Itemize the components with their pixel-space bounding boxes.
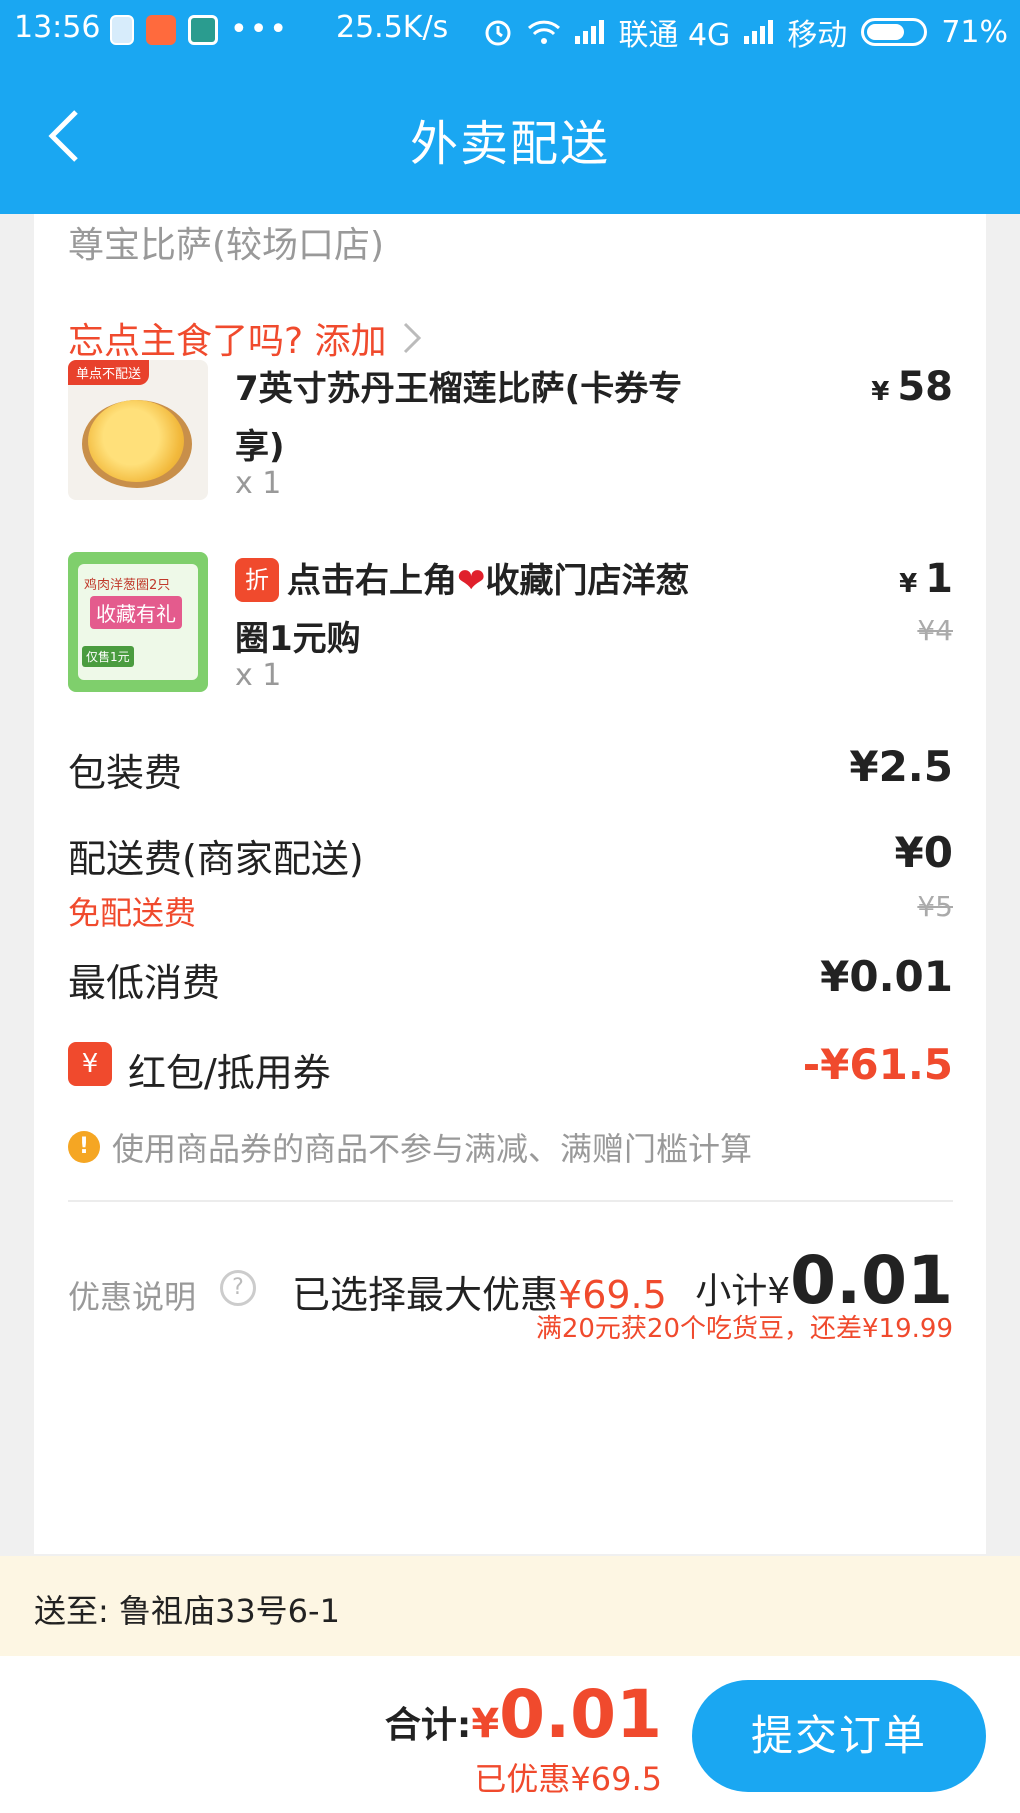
coupon-notice: ! 使用商品券的商品不参与满减、满赠门槛计算 <box>68 1124 752 1170</box>
status-bar: 13:56 ••• 25.5K/s 联通 4G 移动 71% <box>0 0 1020 58</box>
order-total: 合计:¥0.01 <box>384 1676 662 1753</box>
notification-icons: ••• <box>110 12 289 47</box>
packing-fee-value: ¥2.5 <box>849 742 953 791</box>
alarm-icon <box>485 20 511 46</box>
coupon-row[interactable]: ¥ 红包/抵用券 -¥61.5 <box>68 1040 953 1095</box>
product-original-price: ¥4 <box>917 614 953 647</box>
product-quantity: x 1 <box>235 658 282 693</box>
product-image: 单点不配送 <box>68 360 208 500</box>
battery-icon <box>861 18 928 46</box>
page-title: 外卖配送 <box>409 116 610 172</box>
wifi-icon <box>528 20 561 44</box>
notification-app-icon <box>146 14 176 45</box>
cart-item: 鸡肉洋葱圈2只 收藏有礼 仅售1元 折点击右上角❤收藏门店洋葱圈1元购 x 1 … <box>68 552 953 702</box>
product-image: 鸡肉洋葱圈2只 收藏有礼 仅售1元 <box>68 552 208 692</box>
add-staple-label: 忘点主食了吗? 添加 <box>68 321 387 362</box>
discount-info-link[interactable]: 优惠说明 <box>68 1272 196 1318</box>
order-card: 尊宝比萨(较场口店) 忘点主食了吗? 添加 单点不配送 7英寸苏丹王榴莲比萨(卡… <box>34 214 986 1554</box>
free-delivery-label: 免配送费 <box>68 894 197 932</box>
packing-fee-label: 包装费 <box>68 751 183 795</box>
status-time: 13:56 <box>14 10 101 45</box>
heart-icon: ❤ <box>457 561 486 601</box>
minimum-spend-label: 最低消费 <box>68 961 221 1005</box>
minimum-spend-value: ¥0.01 <box>820 952 953 1001</box>
coupon-label: 红包/抵用券 <box>128 1051 331 1095</box>
coupon-icon: ¥ <box>68 1042 112 1086</box>
bean-reward-tip: 满20元获20个吃货豆，还差¥19.99 <box>535 1314 953 1344</box>
battery-percent: 71% <box>941 14 1008 50</box>
notification-app-icon <box>110 14 134 45</box>
packing-fee-row: 包装费 ¥2.5 <box>68 742 953 797</box>
delivery-address-bar[interactable]: 送至: 鲁祖庙33号6-1 <box>0 1556 1020 1656</box>
signal-icon <box>744 20 774 44</box>
minimum-spend-row: 最低消费 ¥0.01 <box>68 952 953 1007</box>
divider <box>68 1200 953 1202</box>
delivery-fee-label: 配送费(商家配送) <box>68 837 364 881</box>
delivery-original-fee: ¥5 <box>917 890 953 923</box>
more-notifications-icon: ••• <box>230 12 290 47</box>
delivery-address: 送至: 鲁祖庙33号6-1 <box>34 1592 340 1630</box>
chevron-right-icon <box>403 322 421 354</box>
delivery-fee-value: ¥0 <box>894 828 953 877</box>
signal-icon <box>575 20 605 44</box>
product-name: 7英寸苏丹王榴莲比萨(卡券专享) <box>235 369 683 467</box>
cart-item: 单点不配送 7英寸苏丹王榴莲比萨(卡券专享) x 1 ¥58 <box>68 360 953 510</box>
carrier-2: 移动 <box>787 18 848 53</box>
notice-text: 使用商品券的商品不参与满减、满赠门槛计算 <box>112 1130 753 1168</box>
notification-app-icon <box>188 14 218 45</box>
status-right: 联通 4G 移动 71% <box>483 10 1008 54</box>
shop-name: 尊宝比萨(较场口店) <box>68 225 385 266</box>
saved-amount: 已优惠¥69.5 <box>474 1760 662 1798</box>
help-icon[interactable]: ? <box>220 1270 256 1306</box>
app-bar: 外卖配送 <box>0 58 1020 214</box>
carrier-1: 联通 4G <box>618 18 731 53</box>
coupon-amount: -¥61.5 <box>802 1040 953 1089</box>
network-speed: 25.5K/s <box>336 10 449 45</box>
product-quantity: x 1 <box>235 466 282 501</box>
no-delivery-tag: 单点不配送 <box>68 360 150 385</box>
delivery-fee-row: 配送费(商家配送) ¥0 <box>68 828 953 883</box>
submit-order-button[interactable]: 提交订单 <box>692 1680 986 1792</box>
discount-badge: 折 <box>235 558 279 602</box>
product-price: ¥1 <box>899 556 953 602</box>
add-staple-link[interactable]: 忘点主食了吗? 添加 <box>68 312 423 364</box>
warning-icon: ! <box>68 1131 100 1163</box>
product-price: ¥58 <box>871 364 953 410</box>
product-name: 折点击右上角❤收藏门店洋葱圈1元购 <box>235 552 715 668</box>
checkout-bar: 合计:¥0.01 已优惠¥69.5 提交订单 <box>0 1656 1020 1813</box>
